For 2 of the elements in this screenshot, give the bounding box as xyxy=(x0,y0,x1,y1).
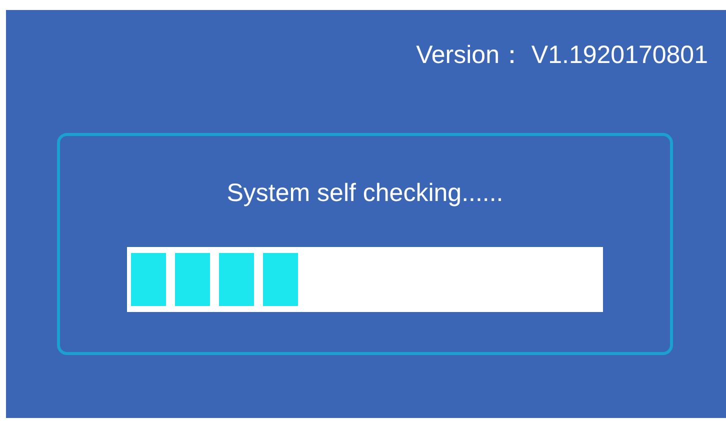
status-message: System self checking...... xyxy=(226,178,504,209)
version-label: Version： V1.1920170801 xyxy=(416,40,708,71)
